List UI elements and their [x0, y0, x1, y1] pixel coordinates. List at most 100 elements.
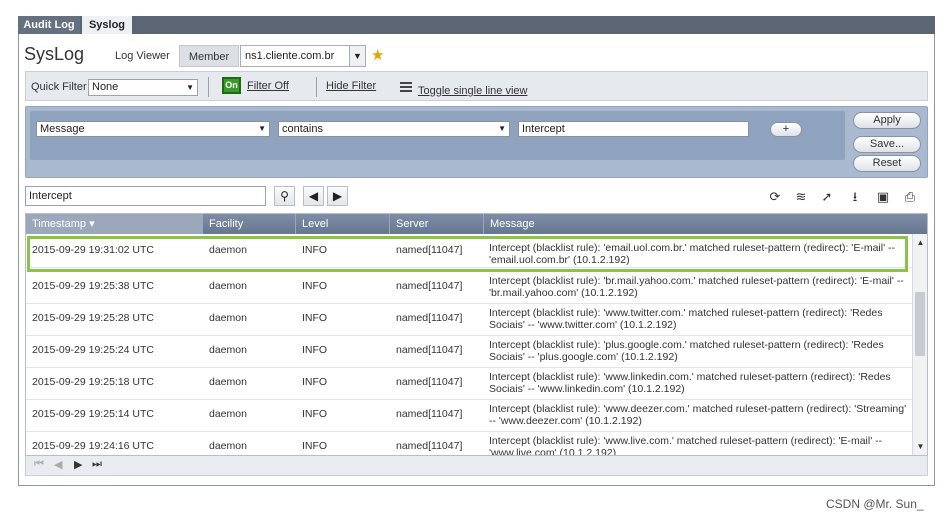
- table-row[interactable]: 2015-09-29 19:25:38 UTC daemon INFO name…: [26, 272, 913, 304]
- previous-icon[interactable]: ◀: [303, 186, 324, 206]
- cell-message: Intercept (blacklist rule): 'br.mail.yah…: [489, 275, 904, 299]
- sort-desc-icon: ▾: [89, 218, 95, 230]
- cell-timestamp: 2015-09-29 19:25:14 UTC: [32, 408, 154, 420]
- print-icon[interactable]: ⎙: [900, 187, 920, 206]
- quick-filter-label: Quick Filter: [31, 81, 87, 93]
- save-button[interactable]: Save...: [853, 136, 921, 153]
- scrollbar-thumb[interactable]: [915, 292, 925, 356]
- chevron-down-icon: ▼: [498, 124, 506, 133]
- cell-level: INFO: [302, 312, 328, 324]
- filter-operator-value: contains: [282, 123, 323, 135]
- hide-filter-link[interactable]: Hide Filter: [326, 80, 376, 92]
- cell-facility: daemon: [209, 376, 247, 388]
- member-select[interactable]: ns1.cliente.com.br ▼: [240, 45, 366, 67]
- filter-value-input[interactable]: Intercept: [518, 121, 749, 137]
- chevron-down-icon: ▼: [186, 83, 194, 92]
- page-title: SysLog: [24, 44, 85, 64]
- cell-server: named[11047]: [396, 312, 463, 324]
- cell-timestamp: 2015-09-29 19:25:24 UTC: [32, 344, 154, 356]
- divider: [316, 77, 317, 97]
- scroll-down-icon[interactable]: ▼: [913, 440, 927, 454]
- cell-level: INFO: [302, 344, 328, 356]
- cell-message: Intercept (blacklist rule): 'www.twitter…: [489, 307, 883, 331]
- last-page-icon[interactable]: ⏭: [92, 458, 102, 471]
- filter-field-select[interactable]: Message ▼: [36, 121, 270, 137]
- module-tabbar: Audit Log Syslog: [18, 16, 935, 34]
- filter-operator-select[interactable]: contains ▼: [278, 121, 510, 137]
- save-file-icon[interactable]: ▣: [873, 187, 893, 206]
- favorite-star-icon[interactable]: ★: [371, 46, 384, 64]
- toggle-single-line-link[interactable]: Toggle single line view: [418, 85, 527, 97]
- export-icon[interactable]: ➚: [817, 187, 837, 206]
- column-label: Timestamp: [32, 218, 86, 230]
- previous-page-icon[interactable]: ◀: [54, 458, 62, 471]
- cell-timestamp: 2015-09-29 19:24:16 UTC: [32, 440, 154, 452]
- table-header: Timestamp ▾ Facility Level Server Messag…: [26, 214, 927, 234]
- filter-panel: Message ▼ contains ▼ Intercept + Apply S…: [25, 106, 928, 178]
- pagination-bar: ⏮ ◀ ▶ ⏭: [25, 456, 928, 476]
- table-row[interactable]: 2015-09-29 19:24:16 UTC daemon INFO name…: [26, 432, 913, 455]
- filter-off-link[interactable]: Filter Off: [247, 80, 289, 92]
- filter-rule: Message ▼ contains ▼ Intercept +: [30, 111, 845, 160]
- search-icon[interactable]: ⚲: [274, 186, 295, 206]
- cell-facility: daemon: [209, 280, 247, 292]
- divider: [208, 77, 209, 97]
- syslog-header: SysLog Log Viewer Member ns1.cliente.com…: [19, 34, 934, 70]
- chevron-down-icon[interactable]: ▼: [349, 46, 365, 66]
- watermark: CSDN @Mr. Sun_: [826, 497, 924, 511]
- cell-message: Intercept (blacklist rule): 'plus.google…: [489, 339, 884, 363]
- table-row[interactable]: 2015-09-29 19:25:28 UTC daemon INFO name…: [26, 304, 913, 336]
- cell-timestamp: 2015-09-29 19:25:18 UTC: [32, 376, 154, 388]
- quick-filter-bar: Quick Filter None ▼ On Filter Off Hide F…: [25, 71, 928, 101]
- table-row[interactable]: 2015-09-29 19:25:18 UTC daemon INFO name…: [26, 368, 913, 400]
- cell-server: named[11047]: [396, 376, 463, 388]
- refresh-icon[interactable]: ⟳: [765, 187, 785, 206]
- first-page-icon[interactable]: ⏮: [34, 458, 44, 471]
- add-rule-button[interactable]: +: [770, 122, 802, 137]
- reset-button[interactable]: Reset: [853, 155, 921, 172]
- cell-server: named[11047]: [396, 244, 463, 256]
- log-viewer-label: Log Viewer: [115, 50, 170, 62]
- list-view-icon[interactable]: [400, 82, 412, 92]
- syslog-panel: SysLog Log Viewer Member ns1.cliente.com…: [18, 34, 935, 486]
- column-header-level[interactable]: Level: [296, 214, 390, 234]
- cell-message: Intercept (blacklist rule): 'email.uol.c…: [489, 242, 895, 266]
- quick-filter-select[interactable]: None ▼: [88, 79, 198, 96]
- cell-level: INFO: [302, 376, 328, 388]
- apply-button[interactable]: Apply: [853, 112, 921, 129]
- cell-facility: daemon: [209, 312, 247, 324]
- scroll-up-icon[interactable]: ▲: [913, 236, 927, 250]
- cell-timestamp: 2015-09-29 19:25:38 UTC: [32, 280, 154, 292]
- cell-message: Intercept (blacklist rule): 'www.linkedi…: [489, 371, 891, 395]
- search-input[interactable]: Intercept: [25, 186, 266, 206]
- column-header-timestamp[interactable]: Timestamp ▾: [26, 214, 203, 234]
- filter-field-value: Message: [40, 123, 85, 135]
- next-page-icon[interactable]: ▶: [74, 458, 82, 471]
- cell-facility: daemon: [209, 344, 247, 356]
- cell-server: named[11047]: [396, 408, 463, 420]
- cell-level: INFO: [302, 244, 328, 256]
- cell-message: Intercept (blacklist rule): 'www.deezer.…: [489, 403, 907, 427]
- vertical-scrollbar[interactable]: ▲ ▼: [912, 234, 927, 455]
- cell-timestamp: 2015-09-29 19:25:28 UTC: [32, 312, 154, 324]
- cell-server: named[11047]: [396, 344, 463, 356]
- download-icon[interactable]: ⭳: [845, 187, 865, 206]
- filter-on-toggle[interactable]: On: [222, 77, 241, 94]
- column-header-message[interactable]: Message: [484, 214, 914, 234]
- log-table: Timestamp ▾ Facility Level Server Messag…: [25, 213, 928, 456]
- table-row[interactable]: 2015-09-29 19:25:24 UTC daemon INFO name…: [26, 336, 913, 368]
- chevron-down-icon: ▼: [258, 124, 266, 133]
- member-label: Member: [179, 45, 239, 67]
- cell-level: INFO: [302, 408, 328, 420]
- table-row[interactable]: 2015-09-29 19:31:02 UTC daemon INFO name…: [26, 236, 913, 268]
- member-value: ns1.cliente.com.br: [245, 50, 335, 62]
- tab-syslog[interactable]: Syslog: [82, 16, 132, 34]
- cell-timestamp: 2015-09-29 19:31:02 UTC: [32, 244, 154, 256]
- table-row[interactable]: 2015-09-29 19:25:14 UTC daemon INFO name…: [26, 400, 913, 432]
- tab-audit-log[interactable]: Audit Log: [18, 16, 80, 34]
- sync-icon[interactable]: ≋: [791, 187, 811, 206]
- cell-server: named[11047]: [396, 280, 463, 292]
- column-header-server[interactable]: Server: [390, 214, 484, 234]
- next-icon[interactable]: ▶: [327, 186, 348, 206]
- column-header-facility[interactable]: Facility: [203, 214, 296, 234]
